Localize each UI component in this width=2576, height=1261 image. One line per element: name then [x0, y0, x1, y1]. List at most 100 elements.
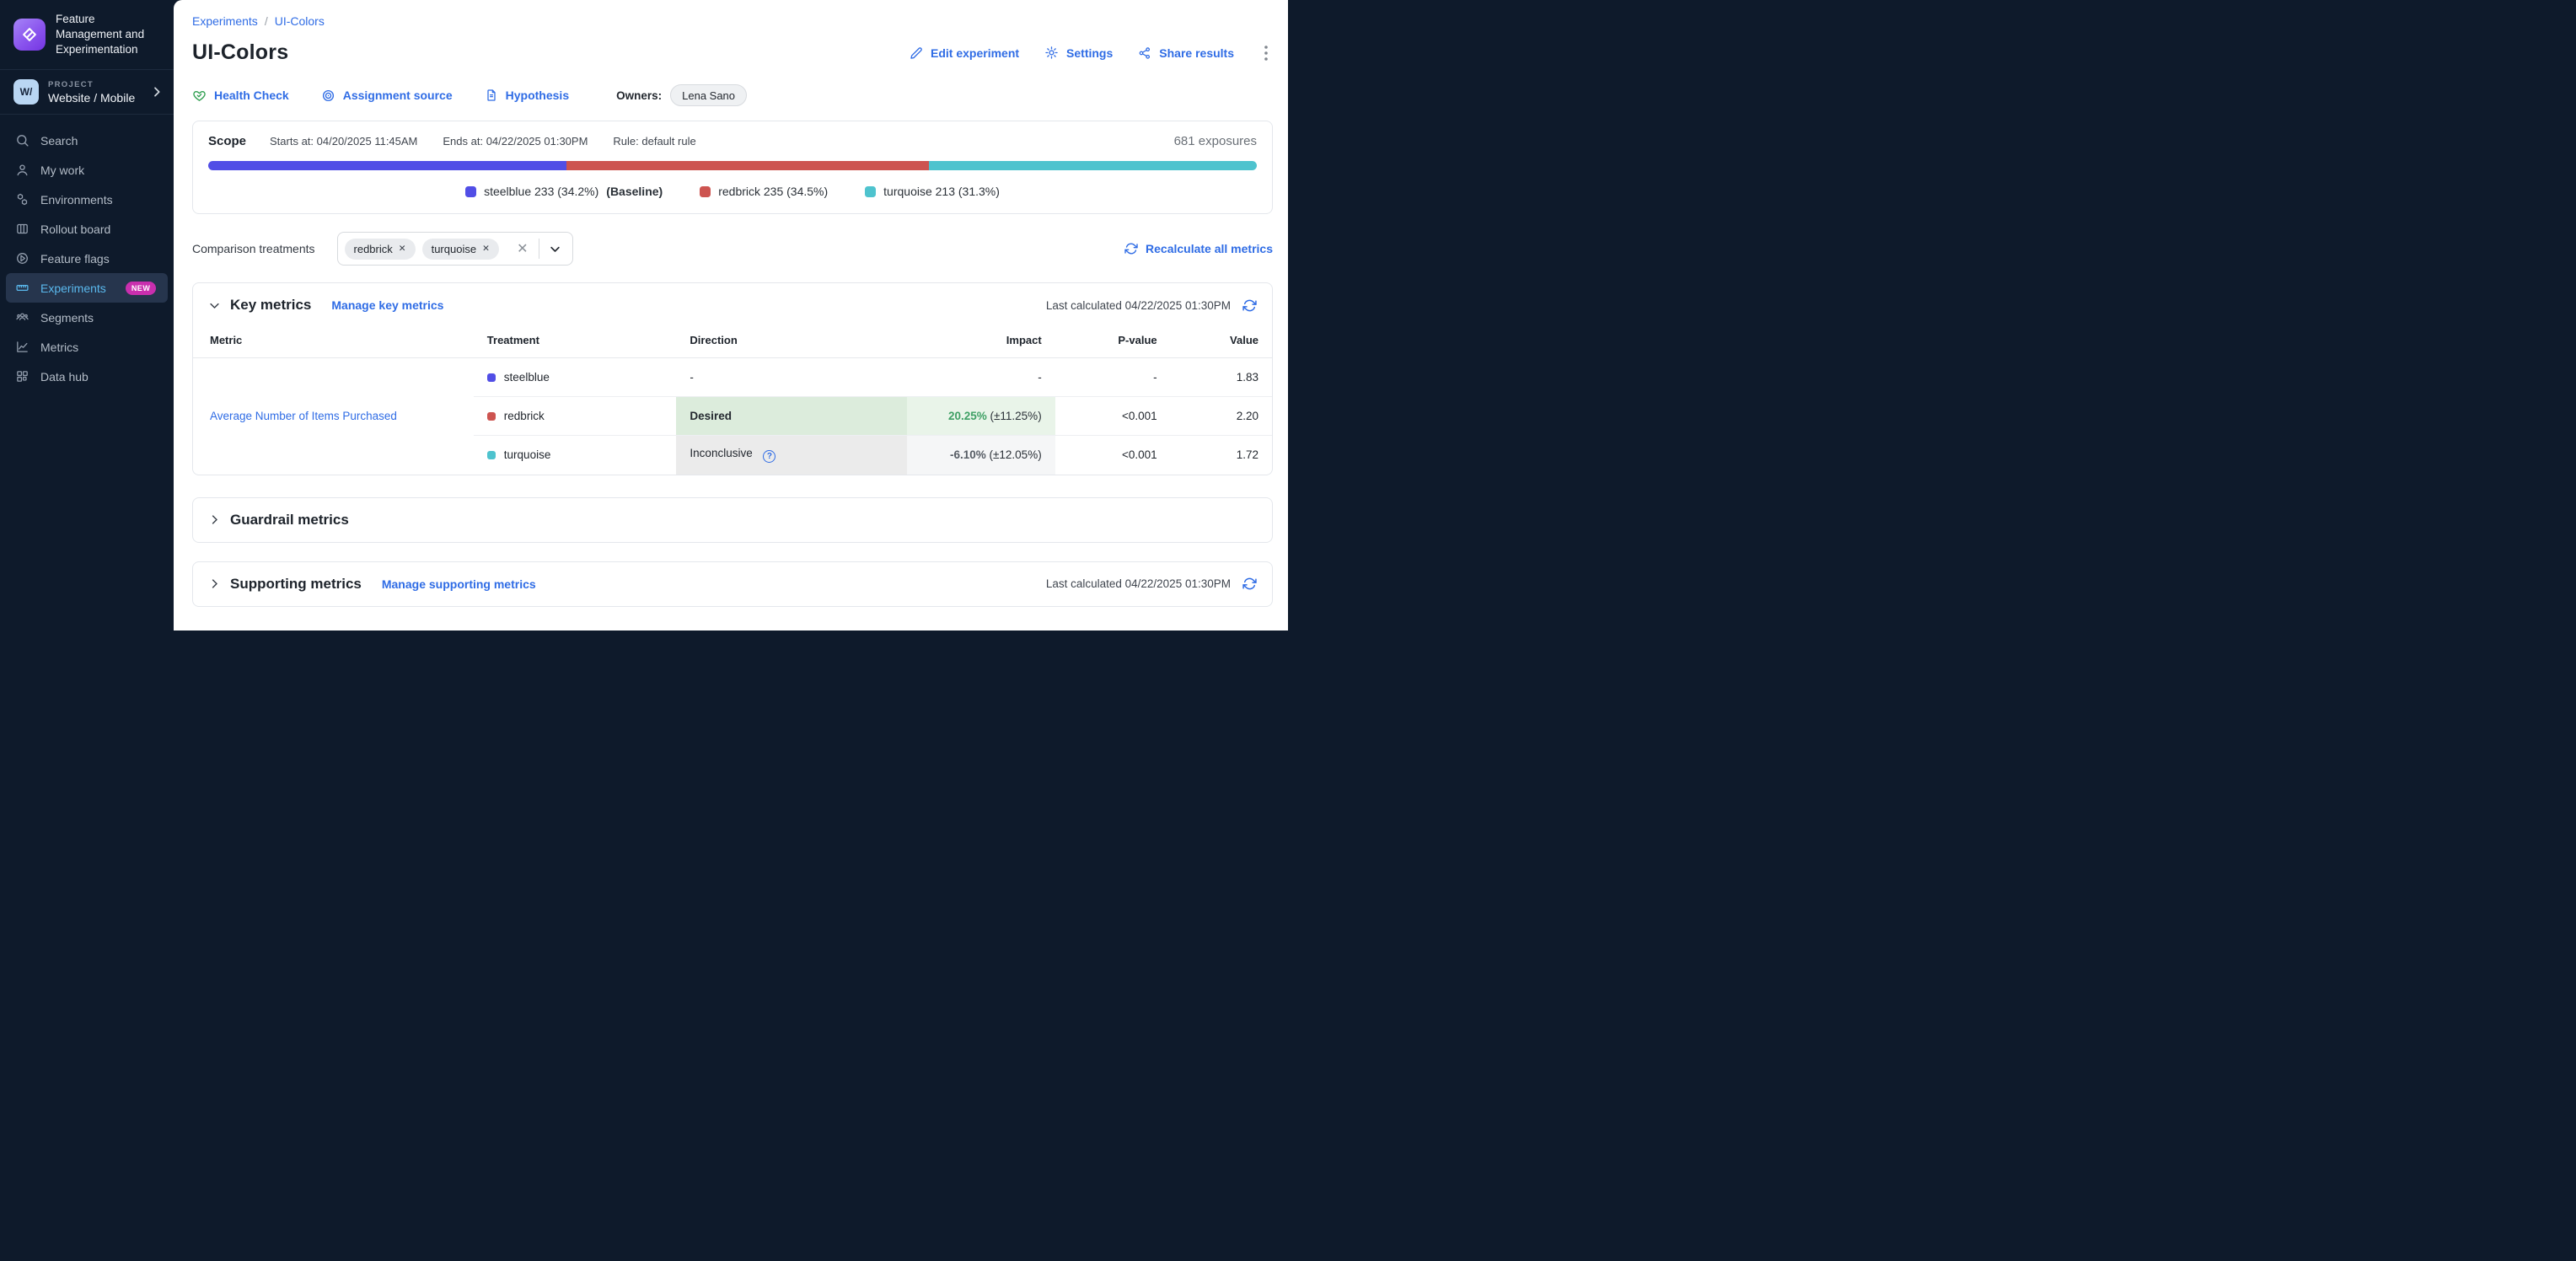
sidebar-item-label: Experiments [40, 282, 106, 295]
clear-select-icon[interactable]: ✕ [507, 240, 538, 257]
chevron-right-icon[interactable] [208, 577, 221, 590]
turquoise-swatch [487, 451, 496, 459]
chip-turquoise: turquoise ✕ [422, 239, 499, 260]
sidebar-item-label: Data hub [40, 370, 89, 384]
legend-label: redbrick 235 (34.5%) [718, 185, 828, 198]
sidebar-item-search[interactable]: Search [6, 126, 168, 155]
breadcrumb-experiments-link[interactable]: Experiments [192, 14, 258, 28]
manage-supporting-metrics-link[interactable]: Manage supporting metrics [382, 577, 536, 591]
sidebar: Feature Management and Experimentation W… [0, 0, 174, 630]
sidebar-item-environments[interactable]: Environments [6, 185, 168, 214]
treatment-name: turquoise [504, 448, 551, 461]
exposure-bar [208, 161, 1257, 170]
exposure-segment-steelblue [208, 161, 566, 170]
search-icon [15, 133, 30, 148]
chevron-right-icon [150, 85, 164, 99]
sidebar-item-label: Rollout board [40, 223, 110, 236]
grid-icon [15, 369, 30, 384]
col-header-treatment: Treatment [474, 325, 677, 358]
line-chart-icon [15, 340, 30, 354]
guardrail-metrics-title: Guardrail metrics [230, 512, 349, 529]
direction-label: Inconclusive [690, 447, 752, 459]
edit-experiment-button[interactable]: Edit experiment [910, 46, 1019, 60]
direction-cell: Desired [676, 397, 907, 436]
impact-cell: - [907, 358, 1055, 397]
exposure-segment-turquoise [929, 161, 1257, 170]
kebab-menu-icon[interactable] [1259, 44, 1273, 62]
sidebar-item-label: Environments [40, 193, 113, 207]
chevron-down-icon[interactable] [208, 299, 221, 312]
manage-key-metrics-link[interactable]: Manage key metrics [331, 298, 443, 312]
impact-pct: -6.10% [950, 448, 986, 461]
assignment-source-link[interactable]: Assignment source [321, 89, 453, 103]
header-actions: Edit experiment Settings Share results [910, 44, 1273, 62]
share-results-button[interactable]: Share results [1138, 46, 1234, 60]
project-label: PROJECT [48, 80, 135, 89]
help-circle-icon[interactable]: ? [763, 450, 775, 463]
recalculate-label: Recalculate all metrics [1146, 242, 1273, 255]
baseline-label: (Baseline) [606, 185, 663, 198]
col-header-p-value: P-value [1055, 325, 1171, 358]
breadcrumb-current-link[interactable]: UI-Colors [275, 14, 325, 28]
sidebar-item-rollout-board[interactable]: Rollout board [6, 214, 168, 244]
exposure-segment-redbrick [566, 161, 928, 170]
col-header-metric: Metric [193, 325, 474, 358]
sidebar-item-segments[interactable]: Segments [6, 303, 168, 332]
project-name: Website / Mobile [48, 91, 135, 105]
project-switcher[interactable]: W/ PROJECT Website / Mobile [0, 70, 174, 115]
treatment-name: steelblue [504, 371, 550, 384]
sidebar-item-my-work[interactable]: My work [6, 155, 168, 185]
sidebar-item-data-hub[interactable]: Data hub [6, 362, 168, 391]
comparison-treatments-select[interactable]: redbrick ✕ turquoise ✕ ✕ [337, 232, 573, 266]
redbrick-swatch [700, 186, 711, 197]
treatment-name: redbrick [504, 410, 545, 422]
sidebar-item-label: My work [40, 164, 84, 177]
main-content: Experiments / UI-Colors UI-Colors Edit e… [174, 0, 1288, 630]
settings-label: Settings [1066, 46, 1113, 60]
supporting-last-calculated: Last calculated 04/22/2025 01:30PM [1046, 577, 1231, 590]
p-value-cell: - [1055, 358, 1171, 397]
remove-chip-icon[interactable]: ✕ [482, 244, 490, 254]
chevron-down-icon[interactable] [539, 243, 566, 255]
exposure-legend: steelblue 233 (34.2%) (Baseline) redbric… [208, 185, 1257, 198]
key-metrics-title: Key metrics [230, 297, 311, 314]
col-header-value: Value [1171, 325, 1272, 358]
impact-cell: -6.10% (±12.05%) [907, 436, 1055, 475]
target-icon [321, 89, 335, 103]
metric-link[interactable]: Average Number of Items Purchased [210, 410, 397, 422]
impact-pct: 20.25% [948, 410, 987, 422]
sidebar-item-experiments[interactable]: Experiments NEW [6, 273, 168, 303]
turquoise-swatch [865, 186, 876, 197]
new-badge: NEW [126, 282, 157, 295]
hypothesis-link[interactable]: Hypothesis [485, 89, 569, 102]
scope-card: Scope Starts at: 04/20/2025 11:45AM Ends… [192, 121, 1273, 214]
value-cell: 2.20 [1171, 397, 1272, 436]
refresh-icon[interactable] [1242, 577, 1257, 591]
legend-item-turquoise: turquoise 213 (31.3%) [865, 185, 1000, 198]
value-cell: 1.83 [1171, 358, 1272, 397]
sidebar-item-feature-flags[interactable]: Feature flags [6, 244, 168, 273]
recalculate-all-metrics-button[interactable]: Recalculate all metrics [1124, 242, 1273, 255]
owner-pill[interactable]: Lena Sano [670, 84, 747, 106]
chip-label: redbrick [354, 243, 393, 255]
assignment-source-label: Assignment source [343, 89, 453, 102]
health-check-label: Health Check [214, 89, 289, 102]
refresh-icon[interactable] [1242, 298, 1257, 313]
sidebar-nav: Search My work Environments Rollout boar… [0, 115, 174, 402]
sidebar-item-label: Metrics [40, 341, 78, 354]
page-title: UI-Colors [192, 40, 288, 65]
settings-button[interactable]: Settings [1044, 46, 1113, 60]
flag-circle-icon [15, 251, 30, 266]
scope-starts-at: Starts at: 04/20/2025 11:45AM [270, 135, 417, 148]
impact-ci: (±11.25%) [990, 410, 1042, 422]
chevron-right-icon[interactable] [208, 513, 221, 526]
remove-chip-icon[interactable]: ✕ [399, 244, 406, 254]
redbrick-swatch [487, 412, 496, 421]
sidebar-item-metrics[interactable]: Metrics [6, 332, 168, 362]
table-row-steelblue: Average Number of Items Purchased steelb… [193, 358, 1272, 397]
direction-cell: Inconclusive ? [676, 436, 907, 475]
p-value-cell: <0.001 [1055, 436, 1171, 475]
app-logo-icon [13, 19, 46, 51]
hypothesis-label: Hypothesis [506, 89, 569, 102]
health-check-link[interactable]: Health Check [192, 89, 289, 103]
